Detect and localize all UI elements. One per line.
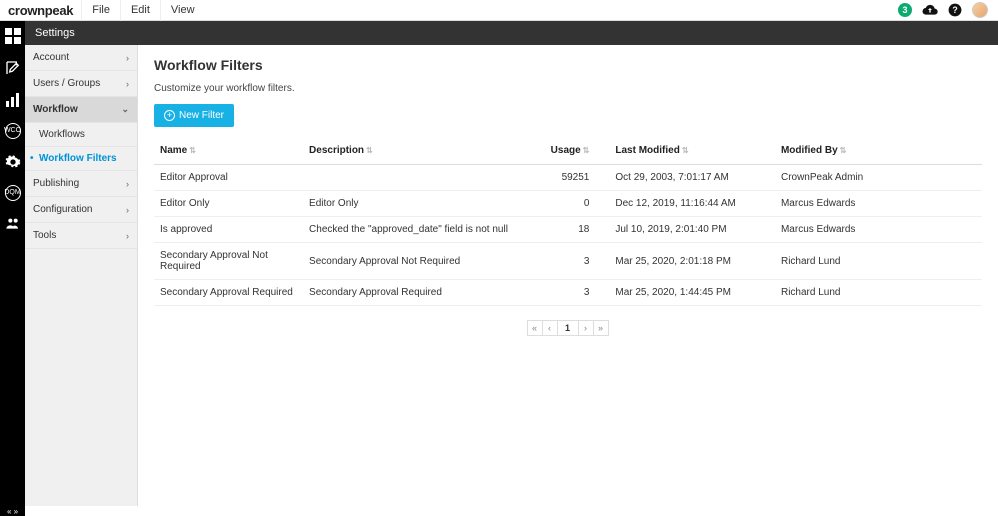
cell-name: Is approved [154,217,303,243]
cell-usage: 3 [527,280,610,306]
sidebar-item-users-groups[interactable]: Users / Groups › [25,71,137,97]
cell-last-modified: Mar 25, 2020, 2:01:18 PM [609,243,775,280]
menu-edit[interactable]: Edit [120,0,160,21]
menu-file[interactable]: File [81,0,120,21]
col-name[interactable]: Name⇅ [154,137,303,165]
plus-icon: + [164,110,175,121]
edit-icon[interactable] [4,59,22,77]
dqm-icon[interactable]: DQM [5,185,21,201]
cell-modified-by: Richard Lund [775,243,982,280]
filters-table: Name⇅ Description⇅ Usage⇅ Last Modified⇅… [154,137,982,306]
table-row[interactable]: Is approvedChecked the "approved_date" f… [154,217,982,243]
users-icon[interactable] [4,215,22,233]
help-icon[interactable]: ? [948,3,962,17]
col-usage[interactable]: Usage⇅ [527,137,610,165]
chevron-right-icon: › [126,179,129,189]
user-avatar[interactable] [972,2,988,18]
cell-usage: 0 [527,191,610,217]
chevron-right-icon: › [126,79,129,89]
new-filter-label: New Filter [179,110,224,121]
col-modified-by[interactable]: Modified By⇅ [775,137,982,165]
cell-last-modified: Jul 10, 2019, 2:01:40 PM [609,217,775,243]
sidebar-item-account[interactable]: Account › [25,45,137,71]
main-menu: File Edit View [81,0,204,21]
pager-next[interactable]: › [578,320,594,336]
cell-usage: 18 [527,217,610,243]
sidebar-item-label: Workflow [33,104,78,115]
sidebar-item-label: Publishing [33,178,79,189]
cell-usage: 3 [527,243,610,280]
sidebar-item-publishing[interactable]: Publishing › [25,171,137,197]
cloud-icon[interactable] [922,4,938,16]
rail-expand-toggle[interactable]: « » [0,506,25,516]
table-row[interactable]: Editor Approval 59251Oct 29, 2003, 7:01:1… [154,165,982,191]
sidebar-item-label: Tools [33,230,56,241]
sidebar-item-label: Configuration [33,204,92,215]
sort-icon: ⇅ [366,146,373,155]
cell-description: Secondary Approval Required [303,280,527,306]
icon-rail: WCO DQM [0,21,25,506]
cell-description [303,165,527,191]
cell-description: Checked the "approved_date" field is not… [303,217,527,243]
settings-header: Settings [25,21,998,45]
cell-modified-by: Richard Lund [775,280,982,306]
cell-last-modified: Mar 25, 2020, 1:44:45 PM [609,280,775,306]
sidebar-sub-workflow-filters[interactable]: Workflow Filters [25,147,137,171]
analytics-icon[interactable] [4,91,22,109]
pager-prev[interactable]: ‹ [542,320,558,336]
chevron-down-icon: ⌄ [121,104,129,115]
cell-name: Editor Approval [154,165,303,191]
notification-badge[interactable]: 3 [898,3,912,17]
wco-icon[interactable]: WCO [5,123,21,139]
table-row[interactable]: Secondary Approval RequiredSecondary App… [154,280,982,306]
col-last-modified[interactable]: Last Modified⇅ [609,137,775,165]
cell-last-modified: Oct 29, 2003, 7:01:17 AM [609,165,775,191]
cell-last-modified: Dec 12, 2019, 11:16:44 AM [609,191,775,217]
pager-last[interactable]: » [593,320,609,336]
col-description[interactable]: Description⇅ [303,137,527,165]
chevron-right-icon: › [126,53,129,63]
sidebar-item-tools[interactable]: Tools › [25,223,137,249]
table-row[interactable]: Editor OnlyEditor Only0Dec 12, 2019, 11:… [154,191,982,217]
menu-view[interactable]: View [160,0,205,21]
sort-icon: ⇅ [840,146,847,155]
cell-name: Secondary Approval Not Required [154,243,303,280]
cell-name: Editor Only [154,191,303,217]
page-subtitle: Customize your workflow filters. [154,83,982,94]
cell-modified-by: Marcus Edwards [775,217,982,243]
pager-current[interactable]: 1 [557,320,579,336]
sort-icon: ⇅ [189,146,196,155]
cell-description: Secondary Approval Not Required [303,243,527,280]
cell-modified-by: Marcus Edwards [775,191,982,217]
pager-first[interactable]: « [527,320,543,336]
chevron-right-icon: › [126,205,129,215]
cell-usage: 59251 [527,165,610,191]
sidebar-item-label: Users / Groups [33,78,100,89]
svg-text:?: ? [952,5,957,15]
chevron-right-icon: › [126,231,129,241]
new-filter-button[interactable]: + New Filter [154,104,234,127]
main-content: Workflow Filters Customize your workflow… [138,45,998,506]
sidebar-item-configuration[interactable]: Configuration › [25,197,137,223]
topbar-right: 3 ? [898,2,998,18]
cell-name: Secondary Approval Required [154,280,303,306]
sort-icon: ⇅ [682,146,689,155]
settings-sidebar: Account › Users / Groups › Workflow ⌄ Wo… [25,45,138,506]
top-bar: crownpeak File Edit View 3 ? [0,0,998,21]
page-title: Workflow Filters [154,57,982,73]
sidebar-sub-workflows[interactable]: Workflows [25,123,137,147]
table-row[interactable]: Secondary Approval Not RequiredSecondary… [154,243,982,280]
settings-icon[interactable] [4,153,22,171]
dashboard-icon[interactable] [4,27,22,45]
cell-modified-by: CrownPeak Admin [775,165,982,191]
sort-icon: ⇅ [583,146,590,155]
sidebar-item-label: Account [33,52,69,63]
pagination: « ‹ 1 › » [154,320,982,336]
cell-description: Editor Only [303,191,527,217]
brand-logo: crownpeak [0,3,81,18]
sidebar-item-workflow[interactable]: Workflow ⌄ [25,97,137,123]
